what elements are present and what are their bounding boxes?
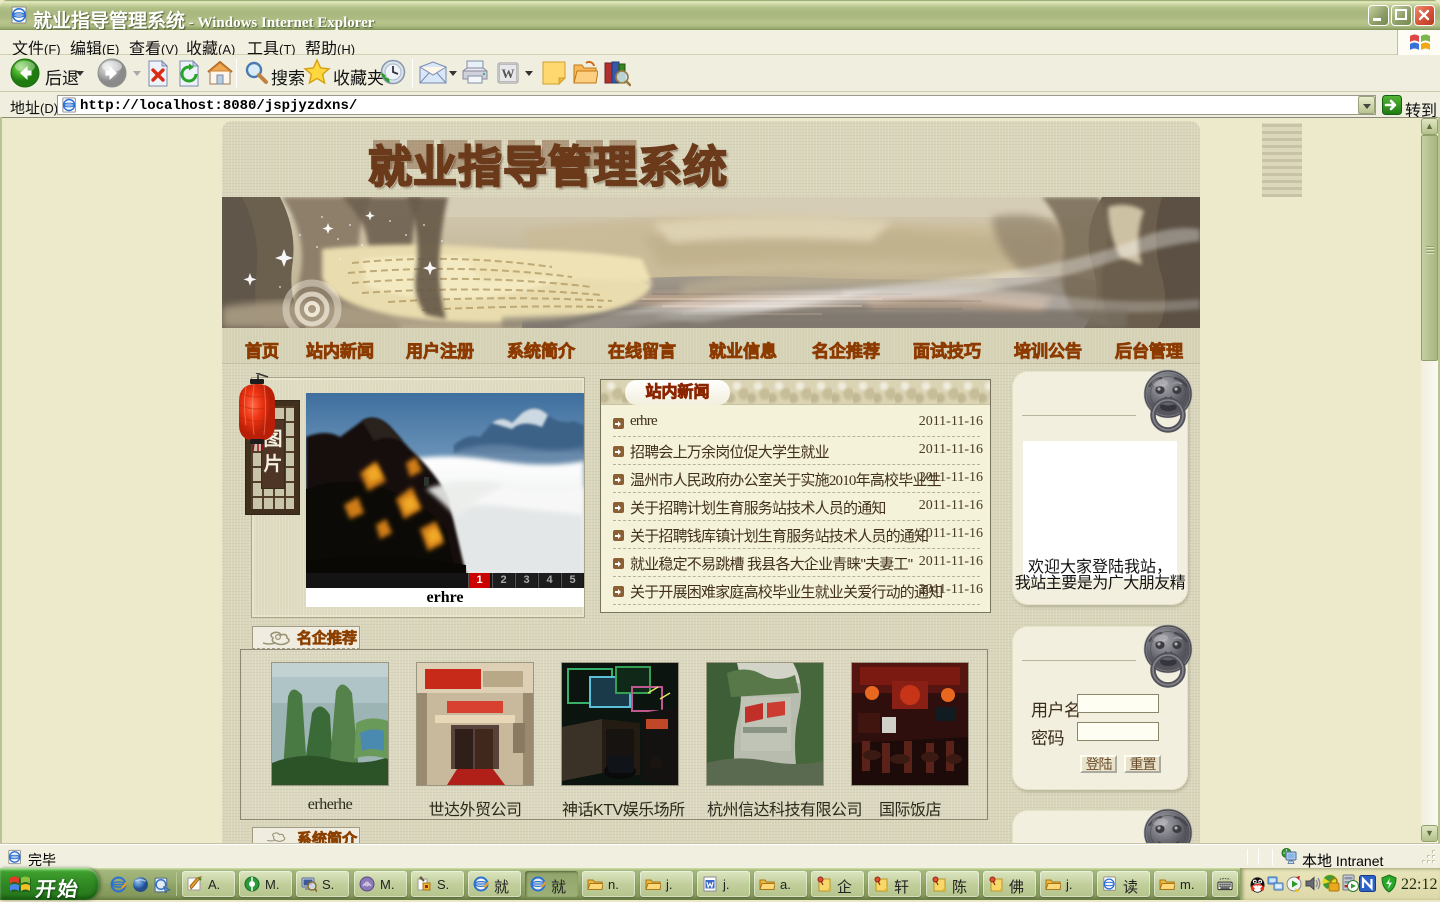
- svg-text:W: W: [502, 66, 515, 81]
